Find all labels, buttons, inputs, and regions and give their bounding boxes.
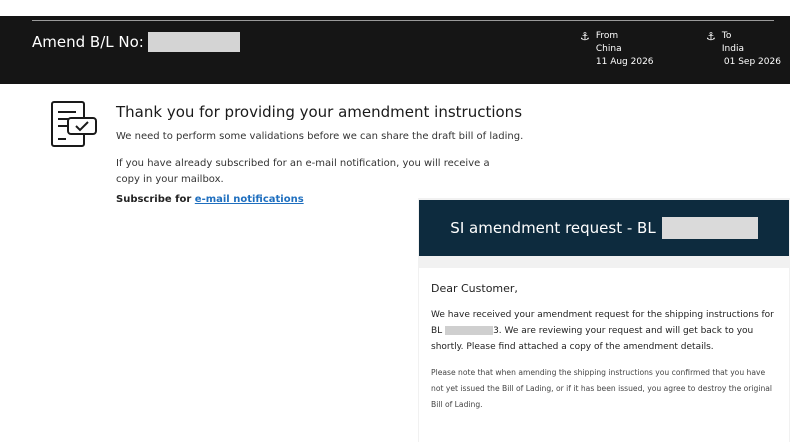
redacted-bl-inline [445,326,494,335]
email-paragraph-note: Please note that when amending the shipp… [431,368,773,409]
destination-port: ⚓ To India 01 Sep 2026 [706,30,781,69]
from-date: 11 Aug 2026 [595,57,654,67]
to-label: To [721,31,732,41]
email-banner-title: SI amendment request - BL [450,219,656,237]
amend-bl-title: Amend B/L No: [32,32,240,52]
to-place: India [721,44,744,54]
redacted-bl-number [661,217,758,239]
validation-message: We need to perform some validations befo… [116,131,524,142]
notification-message: If you have already subscribed for an e-… [116,158,490,185]
email-greeting: Dear Customer, [431,282,518,295]
to-date: 01 Sep 2026 [723,57,781,67]
email-paragraph-received: We have received your amendment request … [431,307,777,355]
email-preview: SI amendment request - BL Dear Customer,… [418,198,790,442]
document-check-icon [51,101,97,147]
origin-port: ⚓ From China 11 Aug 2026 [580,30,654,69]
email-notifications-link[interactable]: e-mail notifications [195,194,304,205]
from-place: China [595,44,622,54]
email-body: Dear Customer, We have received your ame… [419,268,789,442]
subscribe-line: Subscribe for e-mail notifications [116,194,304,205]
anchor-icon: ⚓ [706,30,716,43]
shipment-header: Amend B/L No: ⚓ From China 11 Aug 2026 ⚓… [0,16,790,84]
from-label: From [595,31,619,41]
confirmation-title: Thank you for providing your amendment i… [116,103,523,121]
anchor-icon: ⚓ [580,30,590,43]
email-banner: SI amendment request - BL [419,200,789,256]
subscribe-prefix: Subscribe for [116,194,192,205]
amend-bl-label: Amend B/L No: [32,33,144,51]
header-divider [32,20,774,21]
redacted-bl-number [147,32,240,52]
